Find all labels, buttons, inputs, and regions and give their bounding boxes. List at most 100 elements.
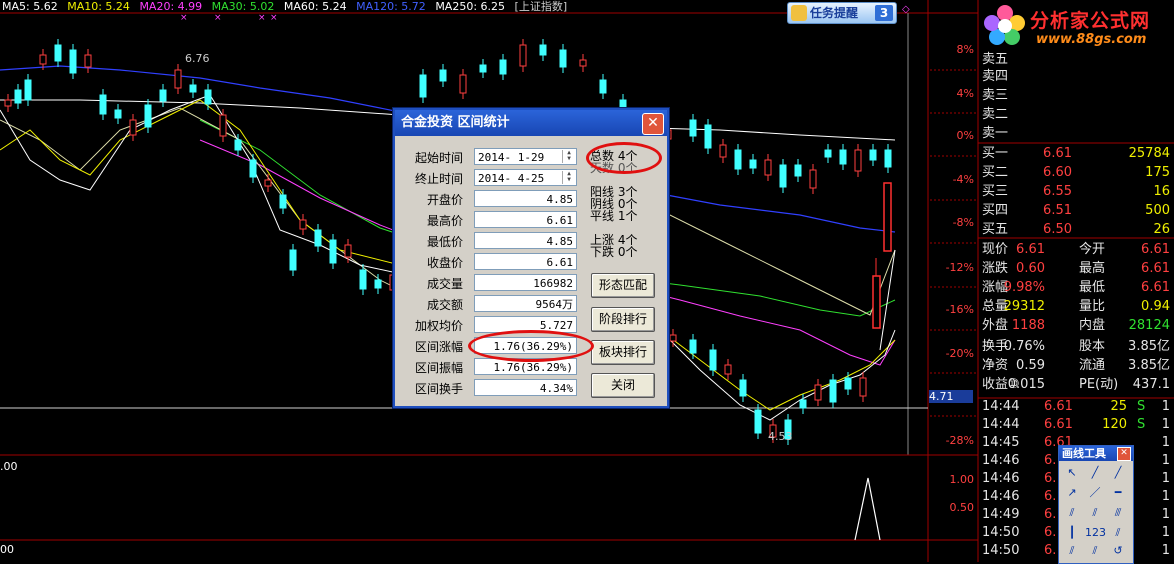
quote-row: 净资 0.59 流通 3.85亿 — [982, 358, 1170, 373]
stat-flat: 平线 1个 — [590, 209, 638, 223]
candle — [69, 49, 77, 74]
candle — [39, 54, 47, 65]
range-amplitude-label: 区间振幅 — [414, 361, 463, 375]
svg-text:×: × — [214, 13, 222, 23]
candle — [84, 54, 92, 68]
task-reminder-label: 任务提醒 — [810, 6, 859, 20]
candle — [739, 379, 747, 397]
stat-down: 下跌 0个 — [590, 245, 638, 259]
quote-row: 外盘 1188 内盘 28124 — [982, 318, 1170, 333]
candle — [689, 339, 697, 354]
candle — [159, 89, 167, 102]
axis-label: 0% — [956, 129, 974, 142]
candle — [14, 89, 22, 104]
close-price-value: 6.61 — [474, 253, 577, 270]
svg-text:×: × — [270, 13, 278, 23]
ray-tool-icon[interactable]: ╱ — [1108, 464, 1128, 482]
candle — [54, 44, 62, 62]
sub-left-label: 00 — [0, 543, 14, 556]
buy-row: 买五 6.50 26 — [982, 222, 1170, 237]
candle — [264, 179, 272, 187]
limit-up-candle — [872, 275, 881, 329]
channel-tool-icon[interactable]: ⫽ — [1085, 504, 1105, 522]
start-time-field[interactable]: 2014- 1-29 ▲ ▼ — [474, 148, 577, 165]
spinner-icon[interactable]: ▲ ▼ — [562, 171, 575, 184]
highlight-oval — [468, 330, 594, 362]
task-count-badge: 3 — [875, 5, 893, 21]
drawing-tools-close-button[interactable]: ✕ — [1117, 447, 1131, 461]
candle — [359, 269, 367, 290]
axis-label: 4% — [956, 87, 974, 100]
quote-row: 现价 6.61 今开 6.61 — [982, 242, 1170, 257]
low-annotation: 4.53 — [768, 430, 793, 443]
candle — [479, 64, 487, 73]
candle — [559, 49, 567, 68]
sector-rank-button[interactable]: 板块排行 — [591, 340, 655, 365]
candle — [709, 349, 717, 371]
candle — [99, 94, 107, 115]
candle — [719, 144, 727, 158]
candle — [854, 149, 862, 172]
gann-tool-icon[interactable]: ⫽ — [1108, 524, 1128, 542]
arrow-tool-icon[interactable]: ↗ — [1062, 484, 1082, 502]
arc-tool-icon[interactable]: ↺ — [1108, 542, 1128, 560]
volume-label: 成交量 — [426, 277, 463, 291]
fan-tool-icon[interactable]: ⫻ — [1108, 504, 1128, 522]
quote-row: 涨跌 0.60 最高 6.61 — [982, 261, 1170, 276]
svg-text:◇: ◇ — [902, 4, 910, 15]
axis-label: -28% — [945, 434, 974, 447]
ma60-label: MA60: 5.24 — [283, 0, 347, 13]
dialog-close-button[interactable]: ✕ — [642, 113, 664, 135]
candle — [249, 159, 257, 178]
amount-value: 9564万 — [474, 295, 577, 312]
parallel-tool-icon[interactable]: ⫽ — [1062, 504, 1082, 522]
candle — [734, 149, 742, 170]
cycle-tool-icon[interactable]: ⫽ — [1062, 542, 1082, 560]
buy-row: 买四 6.51 500 — [982, 203, 1170, 218]
wave-tool-icon[interactable]: ⫽ — [1085, 542, 1105, 560]
candle — [189, 84, 197, 93]
hline-tool-icon[interactable]: ━ — [1108, 484, 1128, 502]
candle — [844, 377, 852, 390]
low-price-value: 4.85 — [474, 232, 577, 249]
dialog-title[interactable]: 合金投资 区间统计 — [395, 110, 667, 136]
line-tool-icon[interactable]: ╱ — [1085, 464, 1105, 482]
cursor-tool-icon[interactable]: ↖ — [1062, 464, 1082, 482]
tick-row: 14:44 6.61 120 S 1 — [982, 417, 1170, 432]
svg-text:×: × — [180, 13, 188, 23]
indicator-spike — [854, 477, 881, 541]
ma250-label: MA250: 6.25 — [435, 0, 506, 13]
candle — [129, 119, 137, 136]
stage-rank-button[interactable]: 阶段排行 — [591, 307, 655, 332]
candle — [234, 139, 242, 151]
open-price-label: 开盘价 — [426, 193, 463, 207]
segment-tool-icon[interactable]: ／ — [1085, 484, 1105, 502]
pattern-match-button[interactable]: 形态匹配 — [591, 273, 655, 298]
candle — [814, 384, 822, 401]
task-reminder-button[interactable]: 任务提醒 3 — [787, 2, 897, 24]
candle — [4, 99, 12, 107]
candle — [299, 219, 307, 230]
close-button[interactable]: 关闭 — [591, 373, 655, 398]
end-time-field[interactable]: 2014- 4-25 ▲ ▼ — [474, 169, 577, 186]
candle — [204, 89, 212, 105]
candle — [289, 249, 297, 271]
number-tool-icon[interactable]: 123 — [1085, 524, 1106, 542]
low-price-label: 最低价 — [426, 235, 463, 249]
candle — [859, 377, 867, 397]
candle — [749, 159, 757, 169]
candle — [329, 239, 337, 264]
candle — [794, 164, 802, 177]
spinner-icon[interactable]: ▲ ▼ — [562, 150, 575, 163]
quote-row: 涨幅 9.98% 最低 6.61 — [982, 280, 1170, 295]
candle — [24, 79, 32, 101]
candle — [754, 409, 762, 434]
axis-label: -16% — [945, 303, 974, 316]
candle — [579, 59, 587, 67]
ma-legend: MA5: 5.62 MA10: 5.24 MA20: 4.99 MA30: 5.… — [2, 0, 573, 14]
vline-tool-icon[interactable]: ┃ — [1062, 524, 1082, 542]
drawing-tools-palette: 画线工具 ✕ ↖ ╱ ╱ ↗ ／ ━ ⫽ ⫽ ⫻ ┃ 123 ⫽ ⫽ ⫽ ↺ — [1058, 445, 1134, 564]
candle — [374, 279, 382, 289]
highlight-oval — [586, 142, 662, 174]
tick-row: 14:44 6.61 25 S 1 — [982, 399, 1170, 414]
